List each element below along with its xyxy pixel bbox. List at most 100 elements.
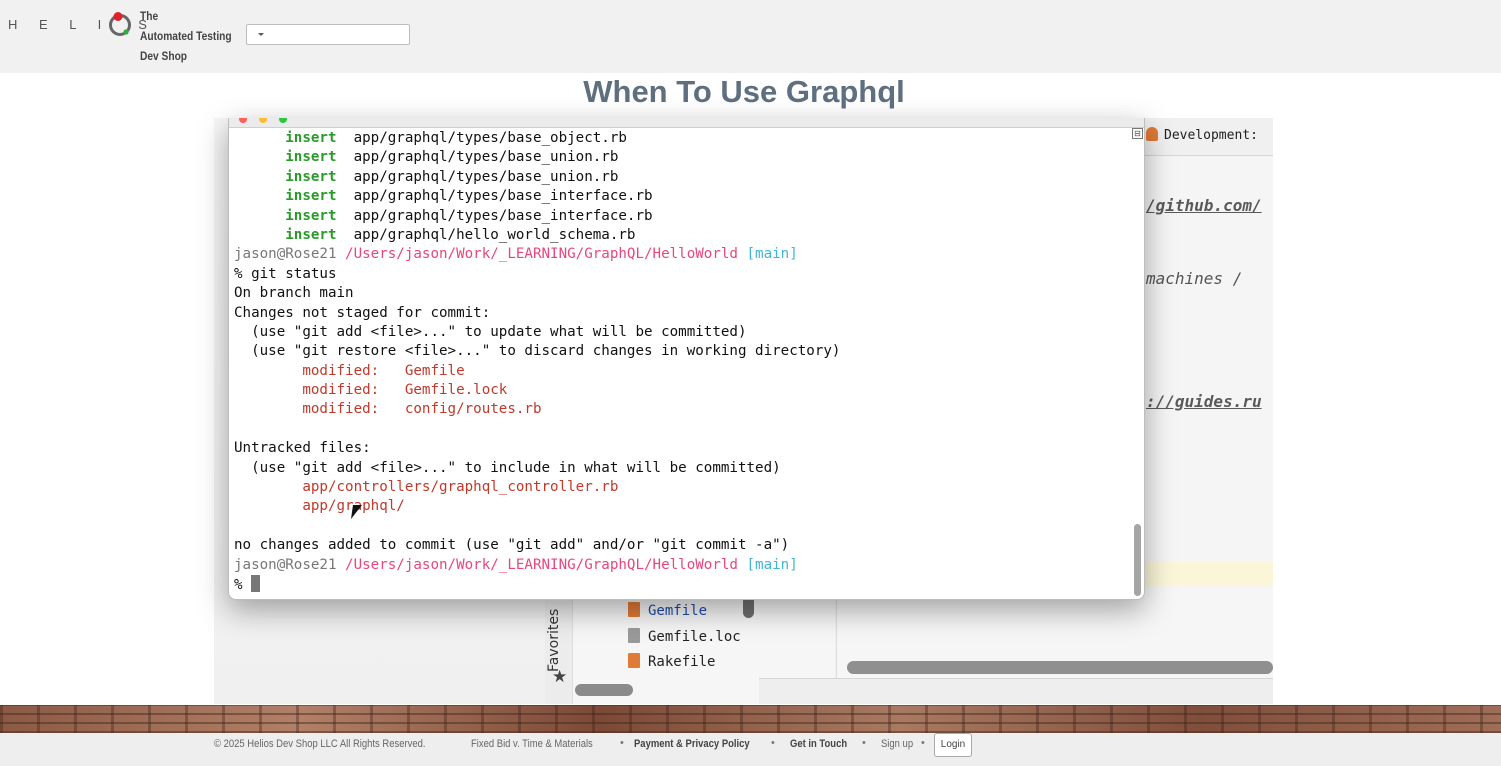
editor-scrollbar-horizontal[interactable] bbox=[847, 661, 1273, 674]
file-name: Rakefile bbox=[648, 654, 716, 670]
terminal-text: modified: config/routes.rb bbox=[234, 401, 542, 418]
terminal-window[interactable]: ⊟ insert app/graphql/types/base_object.r… bbox=[228, 118, 1145, 600]
terminal-text: insert bbox=[234, 207, 337, 224]
terminal-text: jason@Rose21 bbox=[234, 556, 346, 573]
tagline-line: The bbox=[140, 9, 159, 23]
terminal-cursor bbox=[251, 574, 261, 592]
footer-link-fixed-bid[interactable]: Fixed Bid v. Time & Materials bbox=[471, 737, 593, 751]
footer-separator: • bbox=[921, 737, 925, 749]
logo-ring-icon bbox=[108, 12, 132, 36]
terminal-line: app/controllers/graphql_controller.rb bbox=[234, 478, 840, 497]
ide-link-line[interactable]: ://guides.ru bbox=[1146, 392, 1262, 411]
star-icon[interactable]: ★ bbox=[552, 667, 567, 687]
terminal-line: jason@Rose21 /Users/jason/Work/_LEARNING… bbox=[234, 556, 840, 575]
tagline: The Automated Testing Dev Shop bbox=[140, 6, 232, 66]
footer-link-sign-up[interactable]: Sign up bbox=[881, 737, 913, 751]
terminal-text: app/controllers/graphql_controller.rb bbox=[234, 479, 619, 496]
terminal-line: Untracked files: bbox=[234, 439, 840, 458]
footer-link-get-in-touch[interactable]: Get in Touch bbox=[790, 737, 847, 751]
terminal-text: modified: Gemfile bbox=[234, 362, 465, 379]
terminal-line: insert app/graphql/hello_world_schema.rb bbox=[234, 226, 840, 245]
terminal-line: insert app/graphql/types/base_object.rb bbox=[234, 129, 840, 148]
terminal-text: app/graphql/types/base_interface.rb bbox=[336, 207, 653, 224]
terminal-text: jason@Rose21 bbox=[234, 246, 346, 263]
terminal-scrollbar[interactable] bbox=[1134, 524, 1141, 596]
terminal-text: insert bbox=[234, 226, 337, 243]
terminal-line: insert app/graphql/types/base_union.rb bbox=[234, 168, 840, 187]
ide-link-line[interactable]: /github.com/ bbox=[1146, 196, 1262, 215]
terminal-output: insert app/graphql/types/base_object.rb … bbox=[234, 129, 840, 594]
ide-text-line: machines / bbox=[1146, 269, 1243, 288]
terminal-text: Untracked files: bbox=[234, 440, 371, 457]
ruby-file-icon bbox=[628, 653, 640, 668]
terminal-line: jason@Rose21 /Users/jason/Work/_LEARNING… bbox=[234, 245, 840, 264]
close-window-icon[interactable] bbox=[239, 118, 247, 123]
terminal-text: app/graphql/types/base_union.rb bbox=[336, 168, 619, 185]
minimize-window-icon[interactable] bbox=[259, 118, 267, 123]
terminal-line: (use "git add <file>..." to include in w… bbox=[234, 459, 840, 478]
terminal-text: app/graphql/hello_world_schema.rb bbox=[336, 226, 636, 243]
file-item[interactable]: Rakefile bbox=[628, 653, 715, 670]
login-button[interactable]: Login bbox=[934, 733, 972, 757]
footer-link-payment-policy[interactable]: Payment & Privacy Policy bbox=[634, 737, 750, 751]
helios-logo[interactable]: H E L I S bbox=[8, 8, 156, 40]
terminal-text: app/graphql/types/base_interface.rb bbox=[336, 188, 653, 205]
ruby-file-icon bbox=[628, 602, 640, 617]
navigation-select[interactable] bbox=[246, 24, 410, 45]
file-name: Gemfile.loc bbox=[648, 629, 741, 645]
terminal-line: modified: Gemfile.lock bbox=[234, 381, 840, 400]
ide-status-bar bbox=[759, 678, 1273, 704]
terminal-text: insert bbox=[234, 168, 337, 185]
footer-separator: • bbox=[620, 737, 624, 749]
rails-icon bbox=[1146, 127, 1158, 141]
terminal-text: On branch main bbox=[234, 285, 354, 302]
terminal-line: modified: Gemfile bbox=[234, 362, 840, 381]
split-pane-icon[interactable]: ⊟ bbox=[1132, 128, 1143, 139]
logo-letters-left: H E L I bbox=[8, 16, 111, 32]
file-name: Gemfile bbox=[648, 603, 708, 619]
ide-run-config[interactable]: Development: bbox=[1146, 127, 1258, 143]
terminal-text: modified: Gemfile.lock bbox=[234, 382, 508, 399]
terminal-line: % git status bbox=[234, 265, 840, 284]
brick-divider bbox=[0, 705, 1501, 733]
copyright-text: © 2025 Helios Dev Shop LLC All Rights Re… bbox=[214, 738, 426, 750]
terminal-line: insert app/graphql/types/base_interface.… bbox=[234, 207, 840, 226]
project-scrollbar-horizontal[interactable] bbox=[575, 684, 633, 696]
terminal-text: (use "git add <file>..." to include in w… bbox=[234, 459, 781, 476]
terminal-text: % bbox=[234, 576, 252, 593]
terminal-text: app/graphql/types/base_union.rb bbox=[336, 149, 619, 166]
terminal-line: % bbox=[234, 574, 840, 594]
terminal-text: [main] bbox=[737, 246, 798, 263]
terminal-text: app/graphql/types/base_object.rb bbox=[336, 130, 627, 146]
file-item[interactable]: Gemfile.loc bbox=[628, 628, 741, 645]
footer-separator: • bbox=[771, 737, 775, 749]
file-item[interactable]: Gemfile bbox=[628, 602, 707, 619]
page-title: When To Use Graphql bbox=[583, 74, 905, 109]
terminal-text: Changes not staged for commit: bbox=[234, 304, 491, 321]
maximize-window-icon[interactable] bbox=[279, 118, 287, 123]
text-file-icon bbox=[628, 628, 640, 643]
terminal-text: insert bbox=[234, 188, 337, 205]
terminal-line: Changes not staged for commit: bbox=[234, 304, 840, 323]
ide-run-config-label: Development: bbox=[1164, 128, 1258, 143]
terminal-line: no changes added to commit (use "git add… bbox=[234, 536, 840, 555]
terminal-text: app/graphql/ bbox=[234, 498, 405, 515]
terminal-line: insert app/graphql/types/base_union.rb bbox=[234, 148, 840, 167]
tagline-line: Dev Shop bbox=[140, 49, 188, 63]
terminal-text: (use "git restore <file>..." to discard … bbox=[234, 343, 841, 360]
chevron-down-icon bbox=[258, 33, 264, 36]
terminal-line: (use "git add <file>..." to update what … bbox=[234, 323, 840, 342]
tagline-line: Automated Testing bbox=[140, 29, 232, 43]
footer-separator: • bbox=[862, 737, 866, 749]
terminal-text: [main] bbox=[737, 556, 798, 573]
terminal-text: /Users/jason/Work/_LEARNING/GraphQL/Hell… bbox=[345, 246, 738, 263]
terminal-text: /Users/jason/Work/_LEARNING/GraphQL/Hell… bbox=[345, 556, 738, 573]
terminal-line: modified: config/routes.rb bbox=[234, 400, 840, 419]
terminal-text: no changes added to commit (use "git add… bbox=[234, 537, 790, 554]
terminal-text: insert bbox=[234, 149, 337, 166]
terminal-line: app/graphql/ bbox=[234, 497, 840, 516]
terminal-titlebar bbox=[229, 118, 1144, 128]
terminal-line: (use "git restore <file>..." to discard … bbox=[234, 342, 840, 361]
